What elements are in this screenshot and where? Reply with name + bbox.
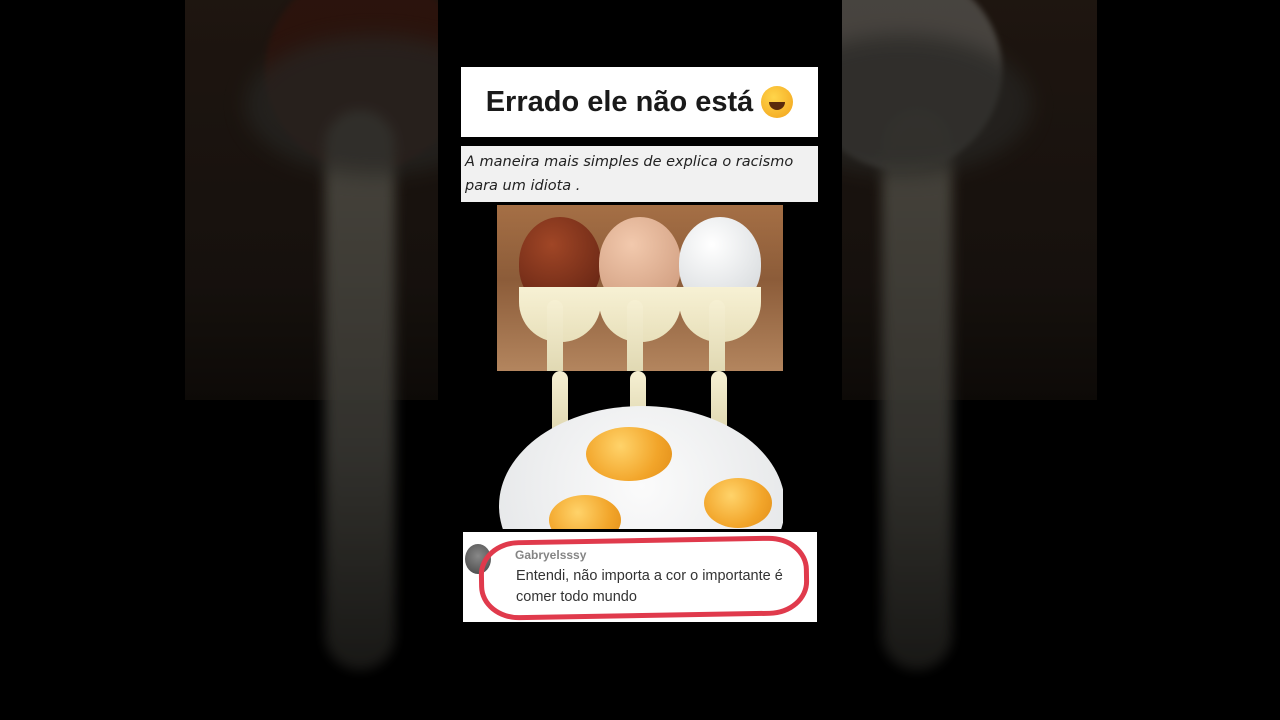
meme-title: Errado ele não está: [485, 85, 754, 118]
brown-egg: [519, 217, 601, 342]
meme-frame: Errado ele não está A maneira mais simpl…: [438, 0, 842, 720]
caption-text: A maneira mais simples de explica o raci…: [465, 154, 794, 194]
comment-screenshot: Gabryelsssy Entendi, não importa a cor o…: [463, 532, 817, 622]
eggs-photo: [497, 205, 783, 371]
egg-white-stream: [709, 300, 725, 371]
tan-egg: [599, 217, 681, 342]
egg-yolk: [586, 427, 672, 481]
caption-banner: A maneira mais simples de explica o raci…: [461, 146, 818, 202]
egg-white-stream: [547, 300, 563, 371]
plate-with-yolks: [497, 371, 783, 529]
white-egg: [679, 217, 761, 342]
red-highlight-circle: [478, 535, 810, 621]
title-banner: Errado ele não está: [461, 67, 818, 137]
egg-yolk: [704, 478, 772, 528]
laughing-emoji-icon: [761, 86, 794, 118]
blurred-background-right: [842, 0, 1097, 720]
blurred-background-left: [185, 0, 440, 720]
egg-white-stream: [627, 300, 643, 371]
